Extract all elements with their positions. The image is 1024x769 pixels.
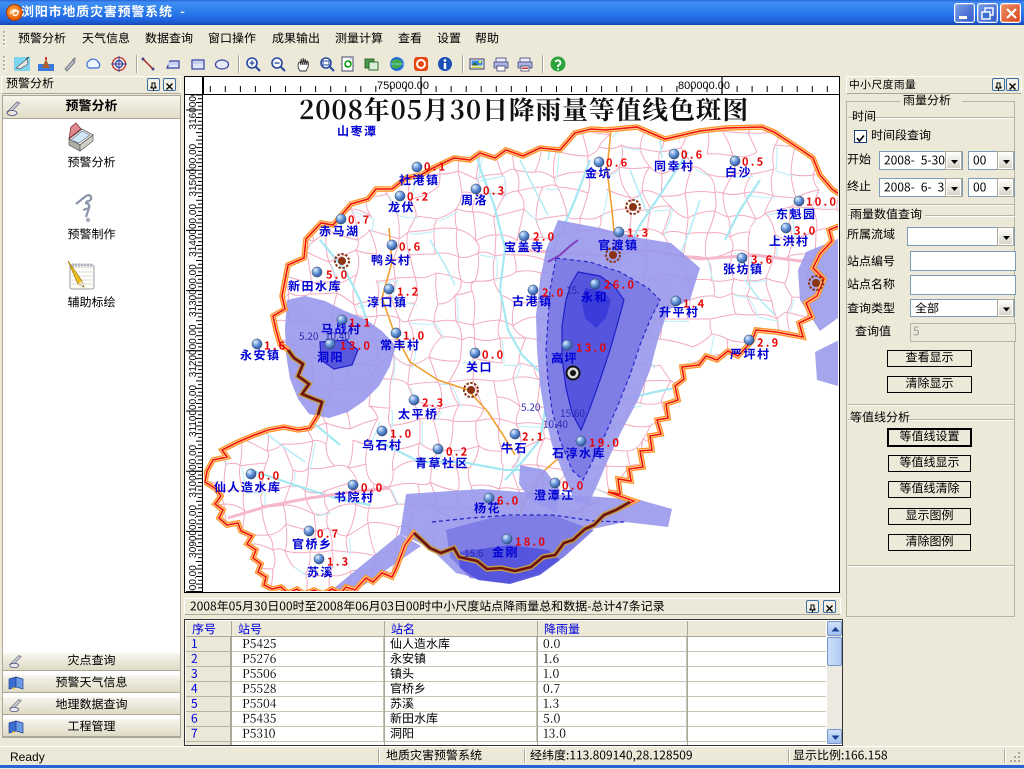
svg-text:3130000.00: 3130000.00 bbox=[188, 264, 199, 317]
svg-text:3080000.00: 3080000.00 bbox=[188, 565, 199, 592]
svg-text:3100000.00: 3100000.00 bbox=[188, 444, 199, 497]
svg-text:3090000.00: 3090000.00 bbox=[188, 505, 199, 558]
svg-text:3110000.00: 3110000.00 bbox=[188, 385, 199, 438]
svg-text:3120000.00: 3120000.00 bbox=[188, 324, 199, 377]
svg-text:3150000.00: 3150000.00 bbox=[188, 143, 199, 196]
svg-text:3140000.00: 3140000.00 bbox=[188, 204, 199, 257]
svg-text:3160000: 3160000 bbox=[188, 95, 199, 129]
